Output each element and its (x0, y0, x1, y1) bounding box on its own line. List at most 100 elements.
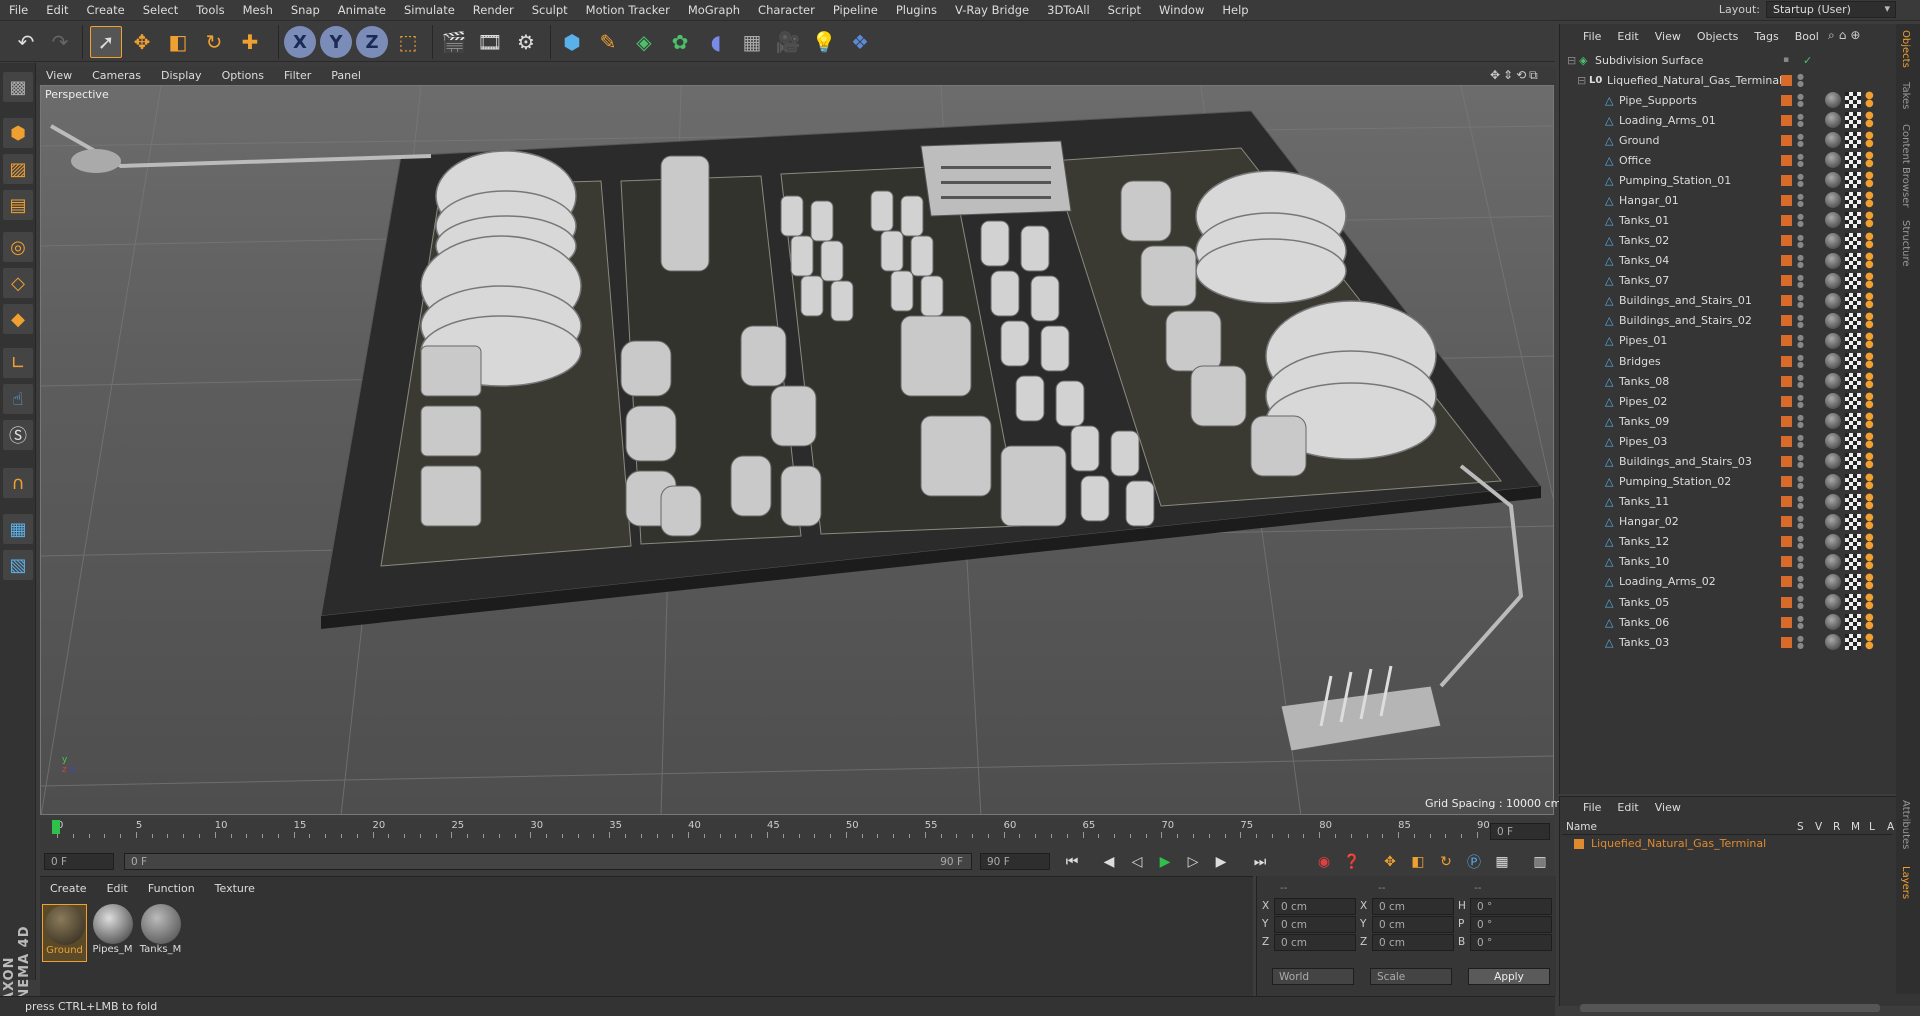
visibility-dots[interactable]: ● ● (1797, 414, 1804, 429)
coord-rotation-h-field[interactable]: 0 ° (1470, 898, 1552, 915)
object-row-ground[interactable]: △ Ground ● ● ● ● (1565, 130, 1895, 150)
object-menu-tags[interactable]: Tags (1746, 28, 1786, 46)
layer-color-tag[interactable] (1781, 214, 1792, 226)
layer-row[interactable]: Liquefied_Natural_Gas_Terminal (1574, 837, 1766, 850)
material-tag-icon[interactable] (1825, 393, 1841, 410)
goto-start-icon[interactable]: ⏮ (1060, 850, 1084, 874)
axis-mode-icon[interactable]: ∟ (3, 348, 33, 378)
play-icon[interactable]: ▶ (1153, 850, 1177, 874)
object-row-root[interactable]: ⊟ ◈ Subdivision Surface ▪ ✓ (1565, 50, 1895, 70)
object-menu-objects[interactable]: Objects (1689, 28, 1747, 46)
material-tag-icon[interactable] (1825, 473, 1841, 490)
layer-color-tag[interactable] (1781, 576, 1792, 588)
layer-color-tag[interactable] (1781, 596, 1792, 608)
light-icon[interactable]: 💡 (808, 26, 840, 58)
selection-tag-icon[interactable]: ● ● (1865, 472, 1879, 490)
material-menu-edit[interactable]: Edit (97, 879, 138, 899)
texture-tag-icon[interactable] (1845, 172, 1861, 189)
material-menu-texture[interactable]: Texture (205, 879, 265, 899)
texture-tag-icon[interactable] (1845, 332, 1861, 349)
tab-structure[interactable]: Structure (1900, 220, 1911, 267)
visibility-dots[interactable]: ● ● (1797, 574, 1804, 589)
object-row-tanks-03[interactable]: △ Tanks_03 ● ● ● ● (1565, 632, 1895, 652)
magnet-icon[interactable]: ∩ (3, 468, 33, 498)
texture-tag-icon[interactable] (1845, 152, 1861, 169)
tab-takes[interactable]: Takes (1900, 82, 1911, 109)
layer-color-tag[interactable] (1781, 435, 1792, 447)
python-icon[interactable]: ❖ (844, 26, 876, 58)
autokey-icon[interactable]: ❓ (1340, 850, 1364, 874)
menu-character[interactable]: Character (749, 0, 824, 21)
layer-color-tag[interactable] (1781, 476, 1792, 488)
layer-color-tag[interactable] (1781, 516, 1792, 528)
texture-tag-icon[interactable] (1845, 634, 1861, 651)
material-ground[interactable]: Ground (42, 904, 87, 962)
tab-objects[interactable]: Objects (1900, 30, 1911, 68)
coord-position-z-field[interactable]: 0 cm (1274, 934, 1356, 951)
tab-layers[interactable]: Layers (1900, 866, 1911, 899)
selection-tag-icon[interactable]: ● ● (1865, 552, 1879, 570)
menu-snap[interactable]: Snap (282, 0, 329, 21)
selection-tag-icon[interactable]: ● ● (1865, 331, 1879, 349)
menu-plugins[interactable]: Plugins (887, 0, 946, 21)
layer-color-tag[interactable] (1781, 415, 1792, 427)
material-tag-icon[interactable] (1825, 272, 1841, 289)
layer-color-tag[interactable] (1781, 335, 1792, 347)
menu-mograph[interactable]: MoGraph (679, 0, 749, 21)
layer-color-tag[interactable] (1781, 355, 1792, 367)
menu-simulate[interactable]: Simulate (395, 0, 464, 21)
selection-tag-icon[interactable]: ● ● (1865, 633, 1879, 651)
planar-workplane-icon[interactable]: ▧ (3, 550, 33, 580)
material-tag-icon[interactable] (1825, 112, 1841, 129)
layout-dropdown[interactable]: Startup (User) (1766, 1, 1896, 18)
visibility-dots[interactable]: ● ● (1797, 153, 1804, 168)
material-tag-icon[interactable] (1825, 192, 1841, 209)
scale-tool-icon[interactable]: ◧ (162, 26, 194, 58)
material-tag-icon[interactable] (1825, 433, 1841, 450)
visibility-dots[interactable]: ● ● (1797, 313, 1804, 328)
object-row-tanks-05[interactable]: △ Tanks_05 ● ● ● ● (1565, 592, 1895, 612)
texture-tag-icon[interactable] (1845, 573, 1861, 590)
render-view-icon[interactable]: 🎬 (438, 26, 470, 58)
object-manager-nav-icons[interactable]: ⌕⌂⊕ (1828, 28, 1864, 43)
object-row-buildings-and-stairs-01[interactable]: △ Buildings_and_Stairs_01 ● ● ● ● (1565, 291, 1895, 311)
object-row-pipes-02[interactable]: △ Pipes_02 ● ● ● ● (1565, 391, 1895, 411)
material-tag-icon[interactable] (1825, 172, 1841, 189)
selection-tag-icon[interactable]: ● ● (1865, 613, 1879, 631)
visibility-dots[interactable]: ● ● (1797, 273, 1804, 288)
object-row-buildings-and-stairs-02[interactable]: △ Buildings_and_Stairs_02 ● ● ● ● (1565, 311, 1895, 331)
object-row-tanks-01[interactable]: △ Tanks_01 ● ● ● ● (1565, 210, 1895, 230)
coord-size-y-field[interactable]: 0 cm (1372, 916, 1454, 933)
object-menu-view[interactable]: View (1647, 28, 1689, 46)
material-tag-icon[interactable] (1825, 152, 1841, 169)
texture-tag-icon[interactable] (1845, 473, 1861, 490)
z-axis-lock-icon[interactable]: Z (356, 26, 388, 58)
layer-color-tag[interactable] (1781, 455, 1792, 467)
menu-animate[interactable]: Animate (329, 0, 395, 21)
material-tag-icon[interactable] (1825, 92, 1841, 108)
texture-tag-icon[interactable] (1845, 312, 1861, 329)
menu-tools[interactable]: Tools (187, 0, 233, 21)
viewport-menu-view[interactable]: View (36, 69, 82, 82)
texture-mode-icon[interactable]: ▨ (3, 154, 33, 184)
model-mode-icon[interactable]: ⬢ (3, 118, 33, 148)
layer-menu-view[interactable]: View (1647, 799, 1689, 817)
render-picture-viewer-icon[interactable]: 🎞 (474, 26, 506, 58)
prev-key-icon[interactable]: ◀ (1097, 850, 1121, 874)
object-row-buildings-and-stairs-03[interactable]: △ Buildings_and_Stairs_03 ● ● ● ● (1565, 451, 1895, 471)
material-tag-icon[interactable] (1825, 413, 1841, 430)
object-menu-file[interactable]: File (1575, 28, 1609, 46)
workplane-icon[interactable]: ▤ (3, 190, 33, 220)
visibility-dots[interactable]: ● ● (1797, 454, 1804, 469)
coord-size-x-field[interactable]: 0 cm (1372, 898, 1454, 915)
texture-tag-icon[interactable] (1845, 453, 1861, 470)
texture-tag-icon[interactable] (1845, 272, 1861, 289)
points-mode-icon[interactable]: ◎ (3, 232, 33, 262)
object-row-tanks-08[interactable]: △ Tanks_08 ● ● ● ● (1565, 371, 1895, 391)
object-row-pipes-01[interactable]: △ Pipes_01 ● ● ● ● (1565, 331, 1895, 351)
deformer-icon[interactable]: ◖ (700, 26, 732, 58)
menu-window[interactable]: Window (1150, 0, 1213, 21)
menu-sculpt[interactable]: Sculpt (523, 0, 577, 21)
visibility-dots[interactable]: ● ● (1797, 595, 1804, 610)
selection-tag-icon[interactable]: ● ● (1865, 251, 1879, 269)
